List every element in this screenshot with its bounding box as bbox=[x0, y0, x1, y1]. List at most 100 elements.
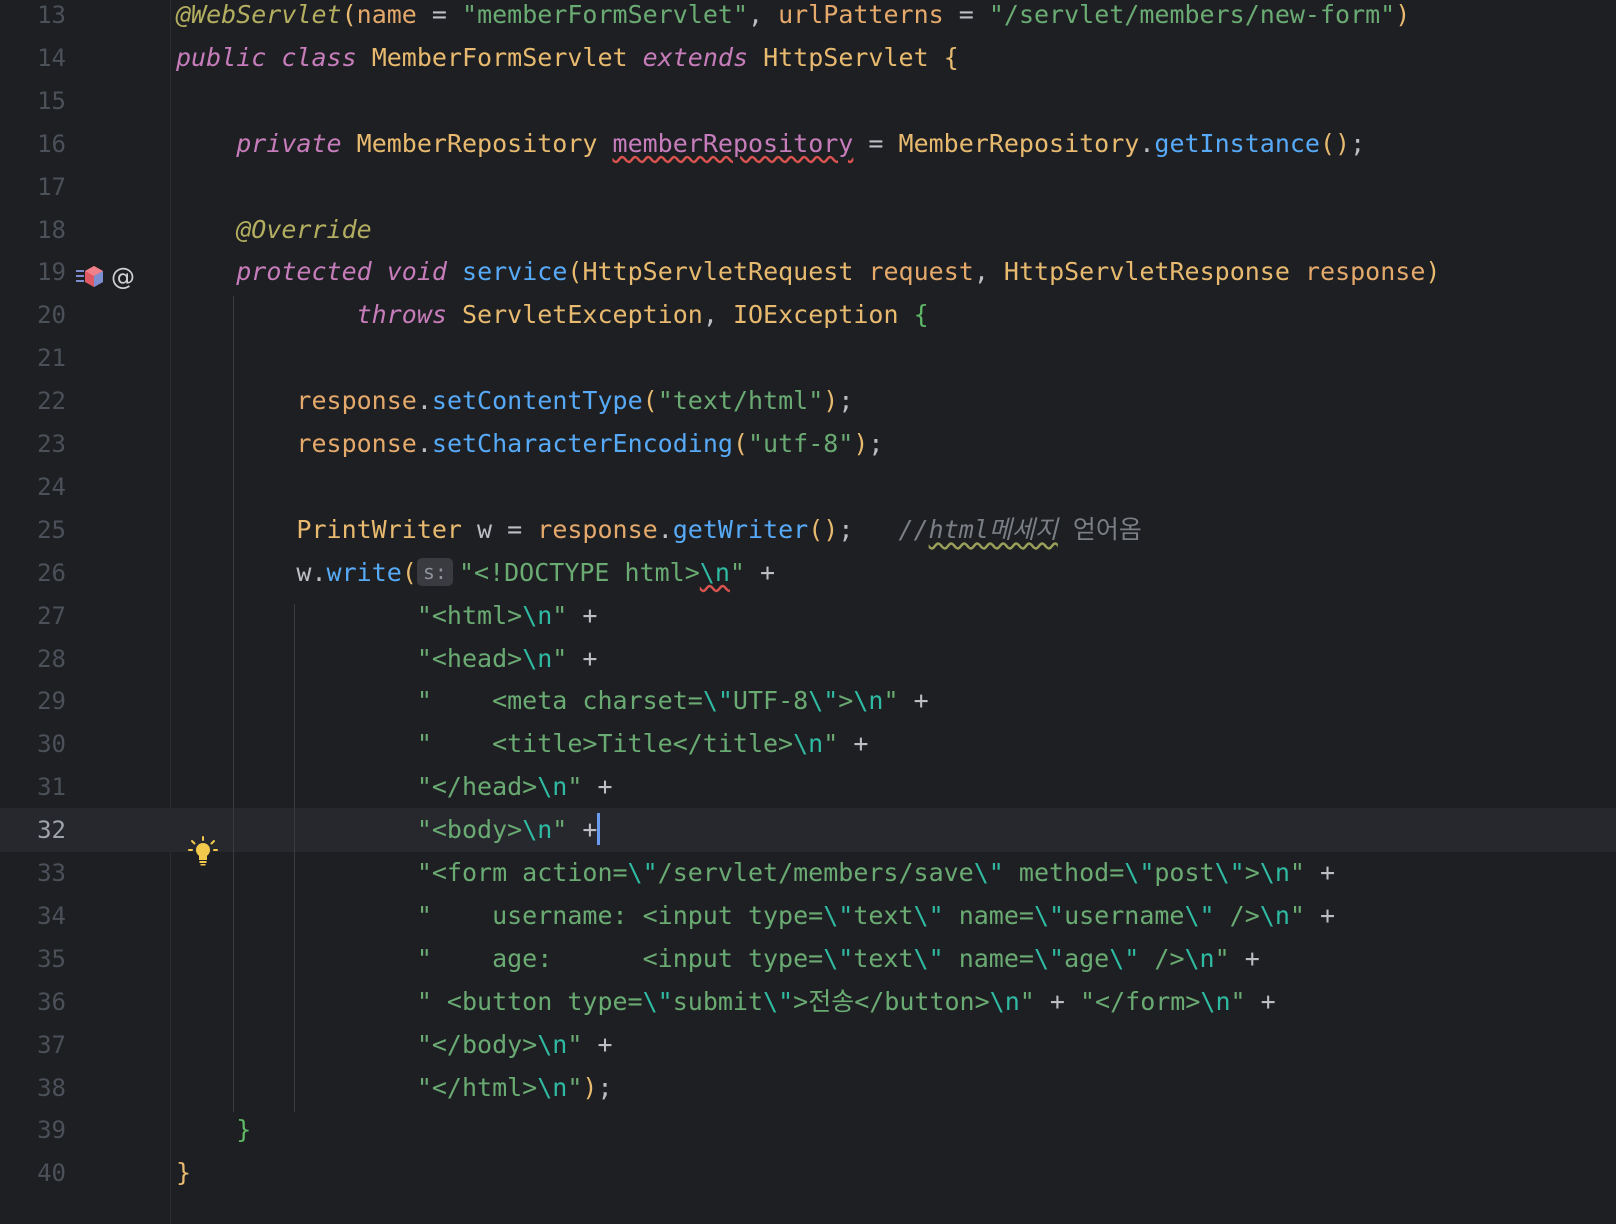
line-number: 27 bbox=[37, 601, 66, 630]
code-token: \" bbox=[823, 900, 854, 930]
code-line[interactable]: 30 " <title>Title</title>\n" + bbox=[0, 722, 1616, 766]
line-number: 21 bbox=[37, 344, 66, 373]
code-line[interactable]: 14 public class MemberFormServlet extends… bbox=[0, 36, 1616, 80]
code-line[interactable]: 24 bbox=[0, 465, 1616, 509]
code-token: "/servlet/members/new-form" bbox=[988, 0, 1396, 29]
code-line[interactable]: 37 "</body>\n" + bbox=[0, 1023, 1616, 1067]
code-token: ) bbox=[823, 386, 839, 416]
code-token: + bbox=[1034, 986, 1080, 1016]
code-token: = bbox=[853, 128, 899, 158]
code-token: html메세지 bbox=[928, 514, 1058, 544]
code-token: + bbox=[838, 729, 869, 759]
code-line[interactable]: 13 @WebServlet(name = "memberFormServlet"… bbox=[0, 0, 1616, 37]
code-line[interactable]: 32 "<body>\n" + bbox=[0, 808, 1616, 852]
code-token: ServletException bbox=[462, 300, 703, 330]
code-token: \" bbox=[823, 943, 854, 973]
code-line[interactable]: 26 w.write(s: "<!DOCTYPE html>\n" + bbox=[0, 551, 1616, 595]
code-line[interactable]: 34 " username: <input type=\"text\" name… bbox=[0, 894, 1616, 938]
code-token: "<body> bbox=[416, 815, 523, 845]
code-token: . bbox=[311, 557, 327, 587]
annotation-at-icon[interactable]: @ bbox=[110, 263, 136, 291]
code-token: \n bbox=[522, 600, 553, 630]
code-line[interactable]: 23 response.setCharacterEncoding("utf-8"… bbox=[0, 422, 1616, 466]
code-token: " username: <input type= bbox=[416, 900, 824, 930]
code-line[interactable]: 16 private MemberRepository memberReposi… bbox=[0, 122, 1616, 166]
code-token: + bbox=[1304, 900, 1336, 930]
code-text: "<html>\n" + bbox=[176, 594, 598, 638]
code-token: ; bbox=[838, 514, 854, 544]
code-line[interactable]: 27 "<html>\n" + bbox=[0, 594, 1616, 638]
code-line[interactable]: 18 @Override bbox=[0, 208, 1616, 252]
implements-method-icon[interactable] bbox=[76, 263, 104, 291]
line-number: 32 bbox=[37, 816, 66, 845]
code-text: " <meta charset=\"UTF-8\">\n" + bbox=[176, 679, 929, 723]
code-token: + bbox=[744, 557, 776, 587]
code-line[interactable]: 29 " <meta charset=\"UTF-8\">\n" + bbox=[0, 679, 1616, 723]
lightbulb-icon[interactable] bbox=[188, 836, 218, 866]
code-line[interactable]: 31 "</head>\n" + bbox=[0, 765, 1616, 809]
code-line[interactable]: 33 "<form action=\"/servlet/members/save… bbox=[0, 851, 1616, 895]
code-line[interactable]: 35 " age: <input type=\"text\" name=\"ag… bbox=[0, 937, 1616, 981]
code-token: \n bbox=[522, 815, 553, 845]
code-line[interactable]: 28 "<head>\n" + bbox=[0, 637, 1616, 681]
code-token: ( bbox=[732, 429, 748, 458]
code-token: text bbox=[853, 943, 914, 973]
code-line[interactable]: 39 } bbox=[0, 1108, 1616, 1152]
code-line[interactable]: 21 bbox=[0, 336, 1616, 380]
code-token: MemberRepository bbox=[356, 128, 598, 158]
code-line[interactable]: 40} bbox=[0, 1151, 1616, 1195]
code-editor[interactable]: 13 @WebServlet(name = "memberFormServlet"… bbox=[0, 0, 1616, 1224]
line-number: 33 bbox=[37, 859, 66, 887]
code-token: \n bbox=[522, 643, 553, 673]
line-number: 18 bbox=[37, 215, 66, 244]
line-number: 23 bbox=[37, 430, 66, 458]
code-token: " <meta charset= bbox=[416, 686, 703, 716]
code-line[interactable]: 25 PrintWriter w = response.getWriter();… bbox=[0, 508, 1616, 552]
code-line[interactable]: 22 response.setContentType("text/html"); bbox=[0, 379, 1616, 423]
code-token: . bbox=[657, 514, 673, 544]
code-line[interactable]: 17 bbox=[0, 165, 1616, 209]
line-number: 22 bbox=[37, 387, 66, 416]
code-token: ; bbox=[868, 429, 884, 458]
code-token: \" bbox=[1109, 943, 1140, 973]
code-token: ) bbox=[1425, 257, 1441, 287]
code-token: class bbox=[281, 42, 357, 72]
code-text: w.write(s: "<!DOCTYPE html>\n" + bbox=[176, 551, 775, 595]
code-token: " bbox=[567, 1072, 583, 1102]
code-token: response bbox=[296, 386, 417, 416]
code-token: response bbox=[1304, 257, 1426, 287]
code-line[interactable]: 20 throws ServletException, IOException … bbox=[0, 293, 1616, 337]
code-token: age bbox=[1064, 943, 1110, 973]
code-text: PrintWriter w = response.getWriter(); //… bbox=[176, 508, 1142, 552]
code-token: getInstance bbox=[1154, 128, 1320, 158]
code-token: \" bbox=[1184, 900, 1215, 930]
code-token: "</form> bbox=[1079, 986, 1201, 1016]
code-token: + bbox=[1304, 858, 1336, 887]
code-line[interactable]: 19 protected void service(HttpServletReq… bbox=[0, 250, 1616, 294]
code-line[interactable]: 38 "</html>\n"); bbox=[0, 1066, 1616, 1110]
line-number: 39 bbox=[37, 1116, 66, 1145]
code-line[interactable]: 15 bbox=[0, 79, 1616, 123]
code-text: } bbox=[176, 1108, 251, 1152]
code-token: , bbox=[702, 300, 733, 330]
line-number: 36 bbox=[37, 987, 66, 1016]
code-token: HttpServletRequest bbox=[582, 257, 854, 287]
code-token: "utf-8" bbox=[748, 429, 854, 458]
code-token: \" bbox=[1124, 858, 1155, 887]
code-token: > bbox=[1244, 858, 1260, 887]
code-text: throws ServletException, IOException { bbox=[176, 293, 929, 337]
code-token: \" bbox=[1033, 900, 1065, 930]
code-line[interactable]: 36 " <button type=\"submit\">전송</button>… bbox=[0, 980, 1616, 1024]
code-token: + bbox=[1229, 943, 1260, 973]
code-token: \" bbox=[1033, 943, 1065, 973]
code-token: , bbox=[973, 257, 1004, 287]
code-token: @WebServlet bbox=[176, 0, 342, 29]
